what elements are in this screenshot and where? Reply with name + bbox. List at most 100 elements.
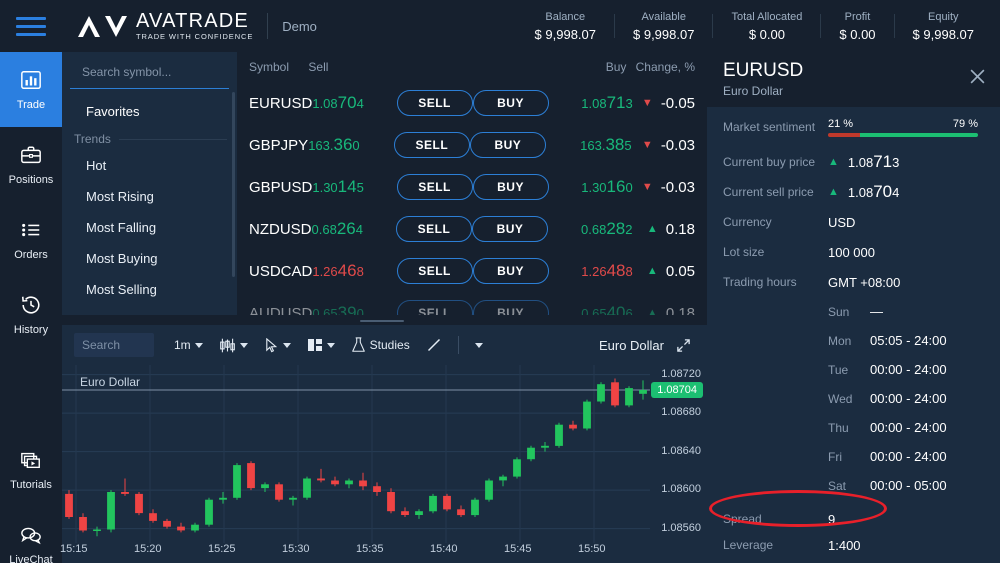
table-row[interactable]: AUDUSD 0.65390 SELL BUY 0.65406 ▲ 0.18 — [237, 292, 707, 315]
x-axis-tick: 15:35 — [356, 543, 384, 555]
flask-icon — [351, 337, 365, 352]
buy-button[interactable]: BUY — [469, 132, 546, 158]
sidebar-item-label: Positions — [8, 173, 54, 186]
sentiment-buy-segment — [859, 132, 978, 137]
trend-item-most-rising[interactable]: Most Rising — [62, 181, 237, 212]
list-icon — [20, 219, 42, 244]
row-symbol: USDCAD — [249, 262, 313, 280]
row-change: ▲ 0.18 — [633, 305, 707, 316]
trading-hours-row: Trading hours GMT +08:00 — [723, 267, 984, 297]
chart-time-axis: 15:15 15:20 15:25 15:30 15:35 15:40 15:45 15:50 — [60, 543, 707, 563]
chart-search-input[interactable] — [82, 338, 146, 352]
lot-size-value: 100 000 — [828, 244, 875, 260]
price-value: 1.26488 — [581, 261, 633, 280]
detail-symbol-name: Euro Dollar — [723, 84, 784, 98]
chart-type-selector[interactable] — [213, 333, 254, 358]
current-buy-price-label: Current buy price — [723, 155, 816, 169]
sidebar-item-livechat[interactable]: LiveChat — [0, 507, 62, 563]
trends-group-label: Trends — [74, 132, 111, 146]
arrow-up-icon: ▲ — [646, 264, 658, 277]
expand-arrows-icon[interactable] — [676, 338, 691, 353]
y-axis-tick: 1.08640 — [661, 444, 701, 457]
divider — [267, 13, 269, 39]
market-sentiment-bar: 21 % 79 % — [828, 118, 984, 137]
trading-hours-day-row: Tue 00:00 - 24:00 — [707, 355, 1000, 384]
day-label: Fri — [828, 449, 842, 464]
chart-search-box — [74, 333, 154, 357]
trend-item-hot[interactable]: Hot — [62, 150, 237, 181]
day-label: Sun — [828, 304, 850, 319]
chevron-down-icon — [282, 342, 291, 348]
timeframe-selector[interactable]: 1m — [168, 334, 209, 356]
y-axis-tick: 1.08560 — [661, 521, 701, 534]
sidebar-item-positions[interactable]: Positions — [0, 127, 62, 202]
drawing-tool-button[interactable] — [420, 333, 448, 357]
trends-group-header: Trends — [62, 126, 237, 150]
trading-hours-value: GMT +08:00 — [828, 274, 901, 290]
buy-button[interactable]: BUY — [472, 174, 549, 200]
brand-tagline: TRADE WITH CONFIDENCE — [136, 32, 254, 42]
sell-button[interactable]: SELL — [395, 216, 472, 242]
arrow-up-icon: ▲ — [646, 306, 658, 315]
layout-selector[interactable] — [301, 333, 341, 357]
sidebar-item-tutorials[interactable]: Tutorials — [0, 432, 62, 507]
x-axis-tick: 15:50 — [578, 543, 606, 555]
account-metric-total-allocated: Total Allocated $ 0.00 — [713, 11, 820, 42]
row-sell-price: 1.08704 — [312, 93, 396, 113]
trend-item-most-selling[interactable]: Most Selling — [62, 274, 237, 305]
sell-button[interactable]: SELL — [396, 174, 473, 200]
symbol-search-input[interactable] — [82, 65, 237, 79]
account-metric-available: Available $ 9,998.07 — [615, 11, 712, 42]
close-panel-button[interactable] — [969, 68, 986, 88]
table-row[interactable]: GBPUSD 1.30145 SELL BUY 1.30160 ▼ -0.03 — [237, 166, 707, 208]
candlestick-icon — [219, 338, 235, 352]
arrow-down-icon: ▼ — [641, 180, 653, 193]
price-value: 1.30160 — [581, 177, 633, 196]
table-row[interactable]: GBPJPY 163.360 SELL BUY 163.385 ▼ -0.03 — [237, 124, 707, 166]
table-row[interactable]: USDCAD 1.26468 SELL BUY 1.26488 ▲ 0.05 — [237, 250, 707, 292]
trend-item-most-buying[interactable]: Most Buying — [62, 243, 237, 274]
day-hours: 00:00 - 24:00 — [870, 449, 947, 464]
current-sell-price-label: Current sell price — [723, 185, 814, 199]
symbol-panel: Favorites Trends HotMost RisingMost Fall… — [62, 52, 237, 315]
sidebar-nav: Trade Positions Orders History Tutorials Live… — [0, 52, 62, 563]
row-buy-price: 163.385 — [546, 135, 631, 155]
currency-label: Currency — [723, 215, 772, 229]
price-value: 0.68282 — [581, 219, 633, 238]
sell-button[interactable]: SELL — [396, 258, 473, 284]
buy-button[interactable]: BUY — [472, 258, 549, 284]
symbol-list-scrollbar[interactable] — [232, 92, 235, 277]
brand-logo: AVATRADE TRADE WITH CONFIDENCE — [76, 11, 253, 41]
lot-size-label: Lot size — [723, 245, 765, 259]
trading-hours-day-row: Thu 00:00 - 24:00 — [707, 413, 1000, 442]
column-header-change: Change, % — [635, 60, 696, 74]
sell-button[interactable]: SELL — [393, 132, 470, 158]
buy-button[interactable]: BUY — [471, 216, 548, 242]
column-header-symbol: Symbol — [249, 60, 290, 74]
price-value: 1.08713 — [581, 93, 633, 112]
current-sell-price-row: Current sell price ▲ 1.08704 — [723, 177, 984, 207]
trading-hours-day-row: Sat 00:00 - 05:00 — [707, 471, 1000, 500]
table-row[interactable]: NZDUSD 0.68264 SELL BUY 0.68282 ▲ 0.18 — [237, 208, 707, 250]
metric-label: Balance — [545, 10, 586, 23]
hamburger-menu-icon[interactable] — [0, 0, 62, 52]
sell-button[interactable]: SELL — [396, 300, 473, 315]
sidebar-item-orders[interactable]: Orders — [0, 202, 62, 277]
metric-label: Profit — [844, 10, 871, 23]
sell-button[interactable]: SELL — [396, 90, 473, 116]
metric-label: Total Allocated — [731, 10, 803, 23]
buy-button[interactable]: BUY — [472, 300, 549, 315]
cursor-tool-selector[interactable] — [258, 334, 297, 357]
studies-button[interactable]: Studies — [345, 333, 416, 357]
row-buy-price: 0.68282 — [548, 219, 632, 239]
trend-item-most-falling[interactable]: Most Falling — [62, 212, 237, 243]
sidebar-item-favorites[interactable]: Favorites — [62, 97, 237, 126]
drawing-tool-dropdown[interactable] — [469, 339, 489, 352]
chevron-down-icon — [474, 342, 483, 348]
buy-button[interactable]: BUY — [472, 90, 549, 116]
chart-canvas[interactable]: Euro Dollar 1.08720 1.08680 1.08640 1.08600… — [60, 365, 707, 563]
divider — [118, 138, 227, 140]
sidebar-item-trade[interactable]: Trade — [0, 52, 62, 127]
sidebar-item-history[interactable]: History — [0, 277, 62, 352]
table-row[interactable]: EURUSD 1.08704 SELL BUY 1.08713 ▼ -0.05 — [237, 82, 707, 124]
